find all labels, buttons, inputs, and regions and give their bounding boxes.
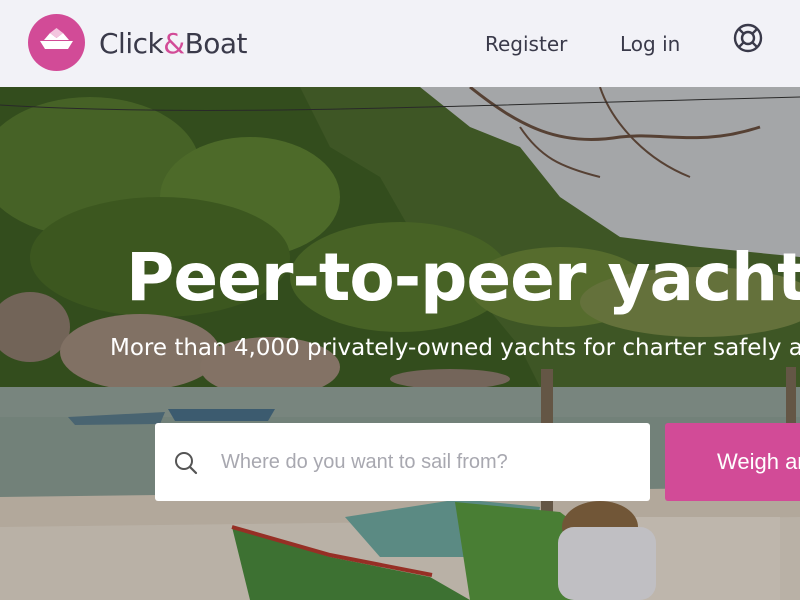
site-header: Click&Boat Register Log in [0, 0, 800, 87]
brand-ampersand: & [163, 27, 185, 60]
hero-subline: More than 4,000 privately-owned yachts f… [110, 335, 800, 361]
hero-headline: Peer-to-peer yacht charter [126, 239, 800, 316]
register-link[interactable]: Register [485, 31, 567, 57]
hero-section: Peer-to-peer yacht charter More than 4,0… [0, 87, 800, 600]
brand-name-part: Boat [184, 27, 248, 60]
login-link[interactable]: Log in [620, 31, 680, 57]
search-input[interactable] [221, 423, 641, 501]
weigh-anchor-button[interactable]: Weigh anchor [665, 423, 800, 501]
search-icon [175, 452, 198, 475]
paper-boat-icon [40, 28, 73, 49]
logo[interactable] [28, 14, 85, 71]
weigh-anchor-button-label: Weigh anchor [717, 449, 800, 474]
brand-name-part: Click [99, 27, 164, 60]
lifebuoy-icon[interactable] [731, 21, 765, 55]
search-box[interactable] [155, 423, 650, 501]
brand-name[interactable]: Click&Boat [99, 27, 248, 61]
